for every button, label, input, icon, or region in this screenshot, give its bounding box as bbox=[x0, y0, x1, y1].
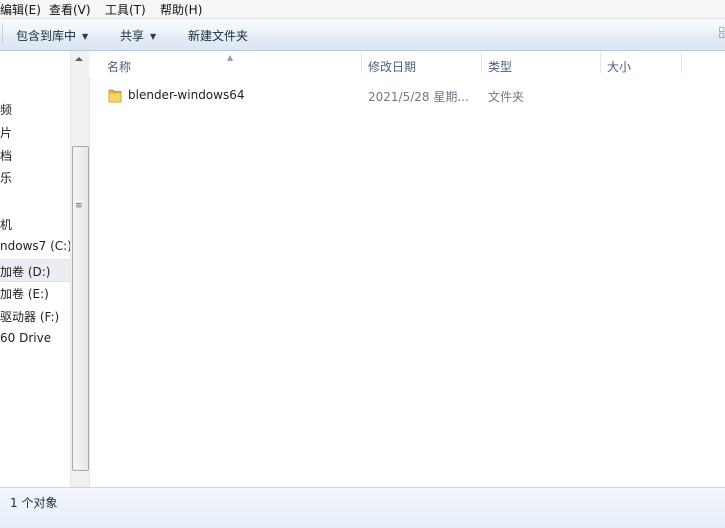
nav-item-documents[interactable]: 档 bbox=[0, 147, 12, 164]
nav-item-videos[interactable]: 频 bbox=[0, 101, 12, 118]
new-folder-button[interactable]: 新建文件夹 bbox=[188, 27, 248, 44]
nav-item-drive-e[interactable]: 加卷 (E:) bbox=[0, 285, 49, 302]
chevron-down-icon: ▼ bbox=[82, 32, 89, 41]
nav-item-drive-d[interactable]: 加卷 (D:) bbox=[0, 259, 70, 282]
column-divider[interactable] bbox=[481, 51, 482, 73]
column-divider[interactable] bbox=[361, 51, 362, 73]
toolbar-overflow-handle[interactable]: ▫ ▫ bbox=[718, 25, 725, 41]
chevron-down-icon: ▼ bbox=[150, 32, 157, 41]
include-in-library-button[interactable]: 包含到库中 ▼ bbox=[16, 27, 88, 44]
nav-item-pictures[interactable]: 片 bbox=[0, 124, 12, 141]
folder-icon bbox=[108, 89, 122, 103]
nav-item-360-drive[interactable]: 60 Drive bbox=[0, 331, 51, 345]
nav-item-drive-c[interactable]: ndows7 (C:) bbox=[0, 239, 72, 253]
scrollbar-thumb[interactable] bbox=[72, 146, 89, 471]
menu-bar: 编辑(E) 查看(V) 工具(T) 帮助(H) bbox=[0, 0, 725, 19]
command-bar: 包含到库中 ▼ 共享 ▼ 新建文件夹 ▫ ▫ bbox=[0, 19, 725, 51]
file-name: blender-windows64 bbox=[128, 88, 245, 102]
file-type: 文件夹 bbox=[488, 90, 525, 104]
include-in-library-label: 包含到库中 bbox=[16, 29, 77, 43]
menu-help[interactable]: 帮助(H) bbox=[160, 1, 202, 18]
share-button[interactable]: 共享 ▼ bbox=[120, 27, 156, 44]
column-header-name[interactable]: 名称 bbox=[107, 58, 131, 75]
item-count: 1 个对象 bbox=[10, 496, 58, 510]
file-date: 2021/5/28 星期... bbox=[368, 90, 469, 104]
navigation-scrollbar[interactable]: ≡ bbox=[70, 51, 89, 487]
menu-edit[interactable]: 编辑(E) bbox=[0, 1, 41, 18]
status-bar: 1 个对象 bbox=[0, 487, 725, 528]
toolbar-separator bbox=[2, 23, 3, 45]
menu-tools[interactable]: 工具(T) bbox=[105, 1, 146, 18]
sort-arrow-icon: ▲ bbox=[227, 53, 234, 62]
menu-view[interactable]: 查看(V) bbox=[49, 1, 91, 18]
file-row[interactable]: blender-windows64 2021/5/28 星期... 文件夹 bbox=[89, 85, 725, 105]
column-header-date[interactable]: 修改日期 bbox=[368, 58, 416, 75]
share-label: 共享 bbox=[120, 29, 145, 43]
nav-item-drive-f[interactable]: 驱动器 (F:) bbox=[0, 308, 59, 325]
scroll-up-icon[interactable] bbox=[75, 57, 83, 61]
column-divider[interactable] bbox=[600, 51, 601, 73]
column-header-type[interactable]: 类型 bbox=[488, 58, 512, 75]
column-divider[interactable] bbox=[681, 51, 682, 73]
grip-icon: ≡ bbox=[75, 201, 83, 211]
nav-item-drive-d-label: 加卷 (D:) bbox=[0, 265, 51, 279]
column-headers: ▲ 名称 修改日期 类型 大小 bbox=[89, 51, 725, 77]
nav-item-computer[interactable]: 机 bbox=[0, 216, 12, 233]
nav-item-music[interactable]: 乐 bbox=[0, 169, 12, 186]
column-header-size[interactable]: 大小 bbox=[607, 58, 631, 75]
